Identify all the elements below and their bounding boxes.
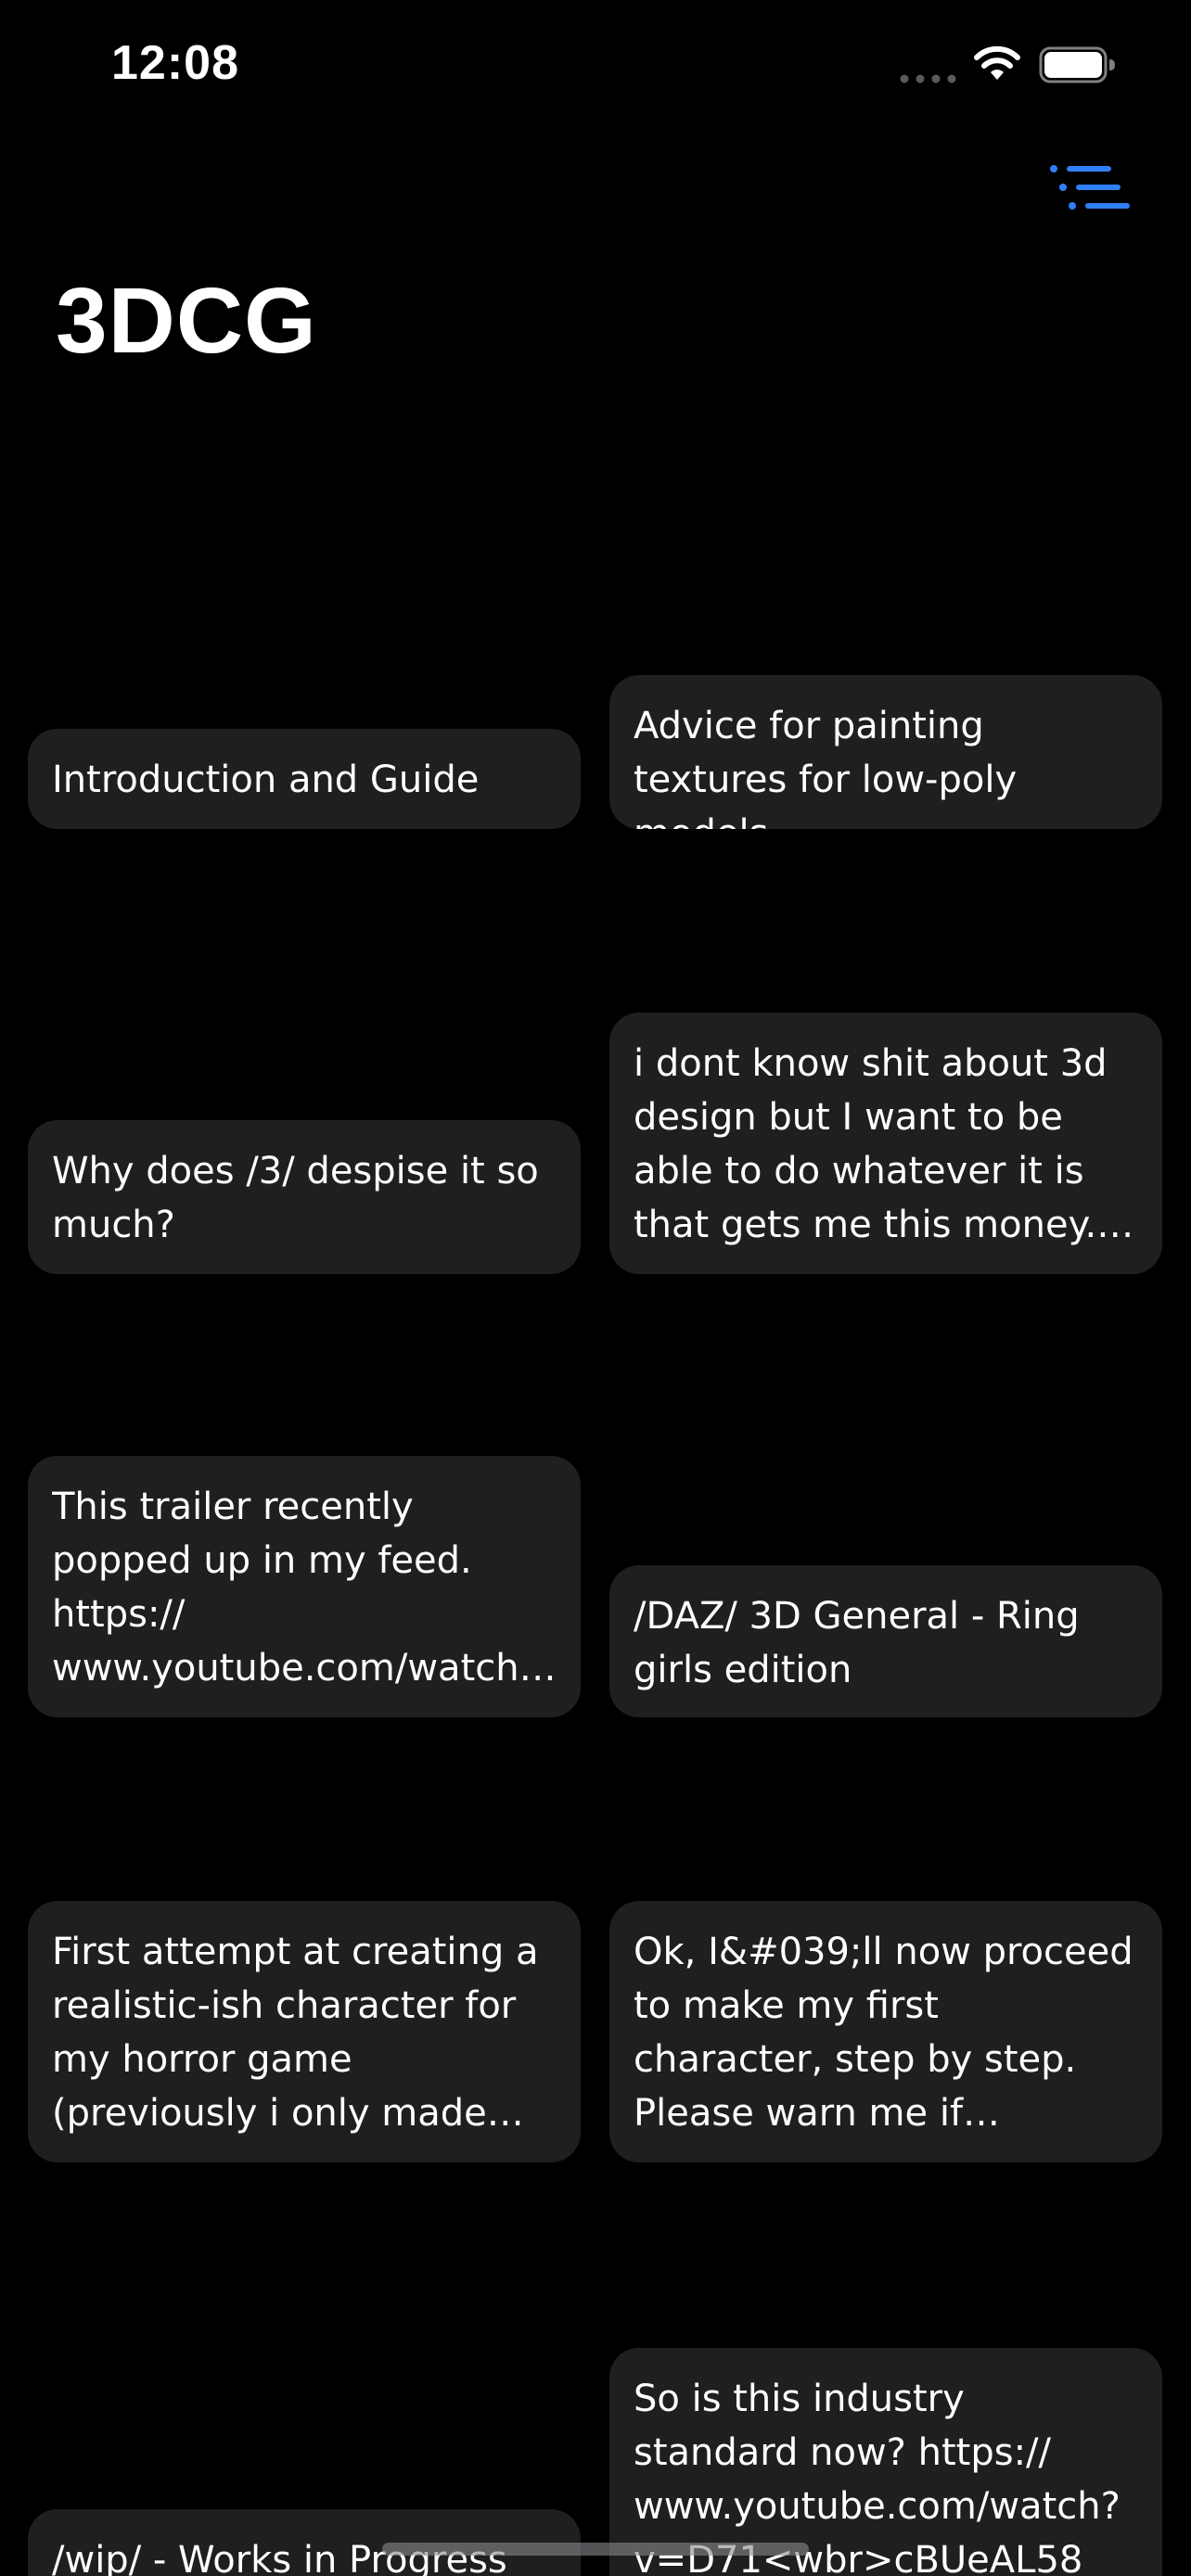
- thread-subject: This trailer recently popped up in my fe…: [52, 1486, 539, 1690]
- cellular-signal-icon: [900, 74, 956, 83]
- thread-card[interactable]: Why does /3/ despise it so much?: [28, 1120, 581, 1274]
- thread-subject: Why does /3/ despise it so much?: [52, 1150, 539, 1246]
- thread-card[interactable]: /DAZ/ 3D General - Ring girls edition: [609, 1565, 1162, 1717]
- thread-card[interactable]: Ok, I&#039;ll now proceed to make my fir…: [609, 1901, 1162, 2162]
- page-title: 3DCG: [56, 269, 317, 373]
- thread-card[interactable]: i dont know shit about 3d design but I w…: [609, 1013, 1162, 1274]
- wifi-icon: [974, 45, 1020, 80]
- thread-subject: i dont know shit about 3d design but I w…: [634, 1042, 1108, 1246]
- menu-list-icon[interactable]: [1048, 159, 1132, 221]
- thread-subject: /DAZ/ 3D General - Ring girls edition: [634, 1595, 1080, 1691]
- status-bar: 12:08: [0, 0, 1191, 139]
- home-indicator[interactable]: [382, 2543, 809, 2556]
- thread-subject: First attempt at creating a realistic-is…: [52, 1931, 539, 2135]
- status-time: 12:08: [111, 36, 239, 90]
- thread-card[interactable]: First attempt at creating a realistic-is…: [28, 1901, 581, 2162]
- thread-subject: Ok, I&#039;ll now proceed to make my fir…: [634, 1931, 1133, 2135]
- battery-icon: [1039, 46, 1115, 83]
- thread-card[interactable]: Advice for painting textures for low-pol…: [609, 675, 1162, 829]
- thread-subject: Introduction and Guide: [52, 759, 480, 801]
- thread-subject: Advice for painting textures for low-pol…: [634, 705, 1018, 829]
- thread-card[interactable]: Introduction and Guide: [28, 729, 581, 829]
- thread-card[interactable]: This trailer recently popped up in my fe…: [28, 1456, 581, 1717]
